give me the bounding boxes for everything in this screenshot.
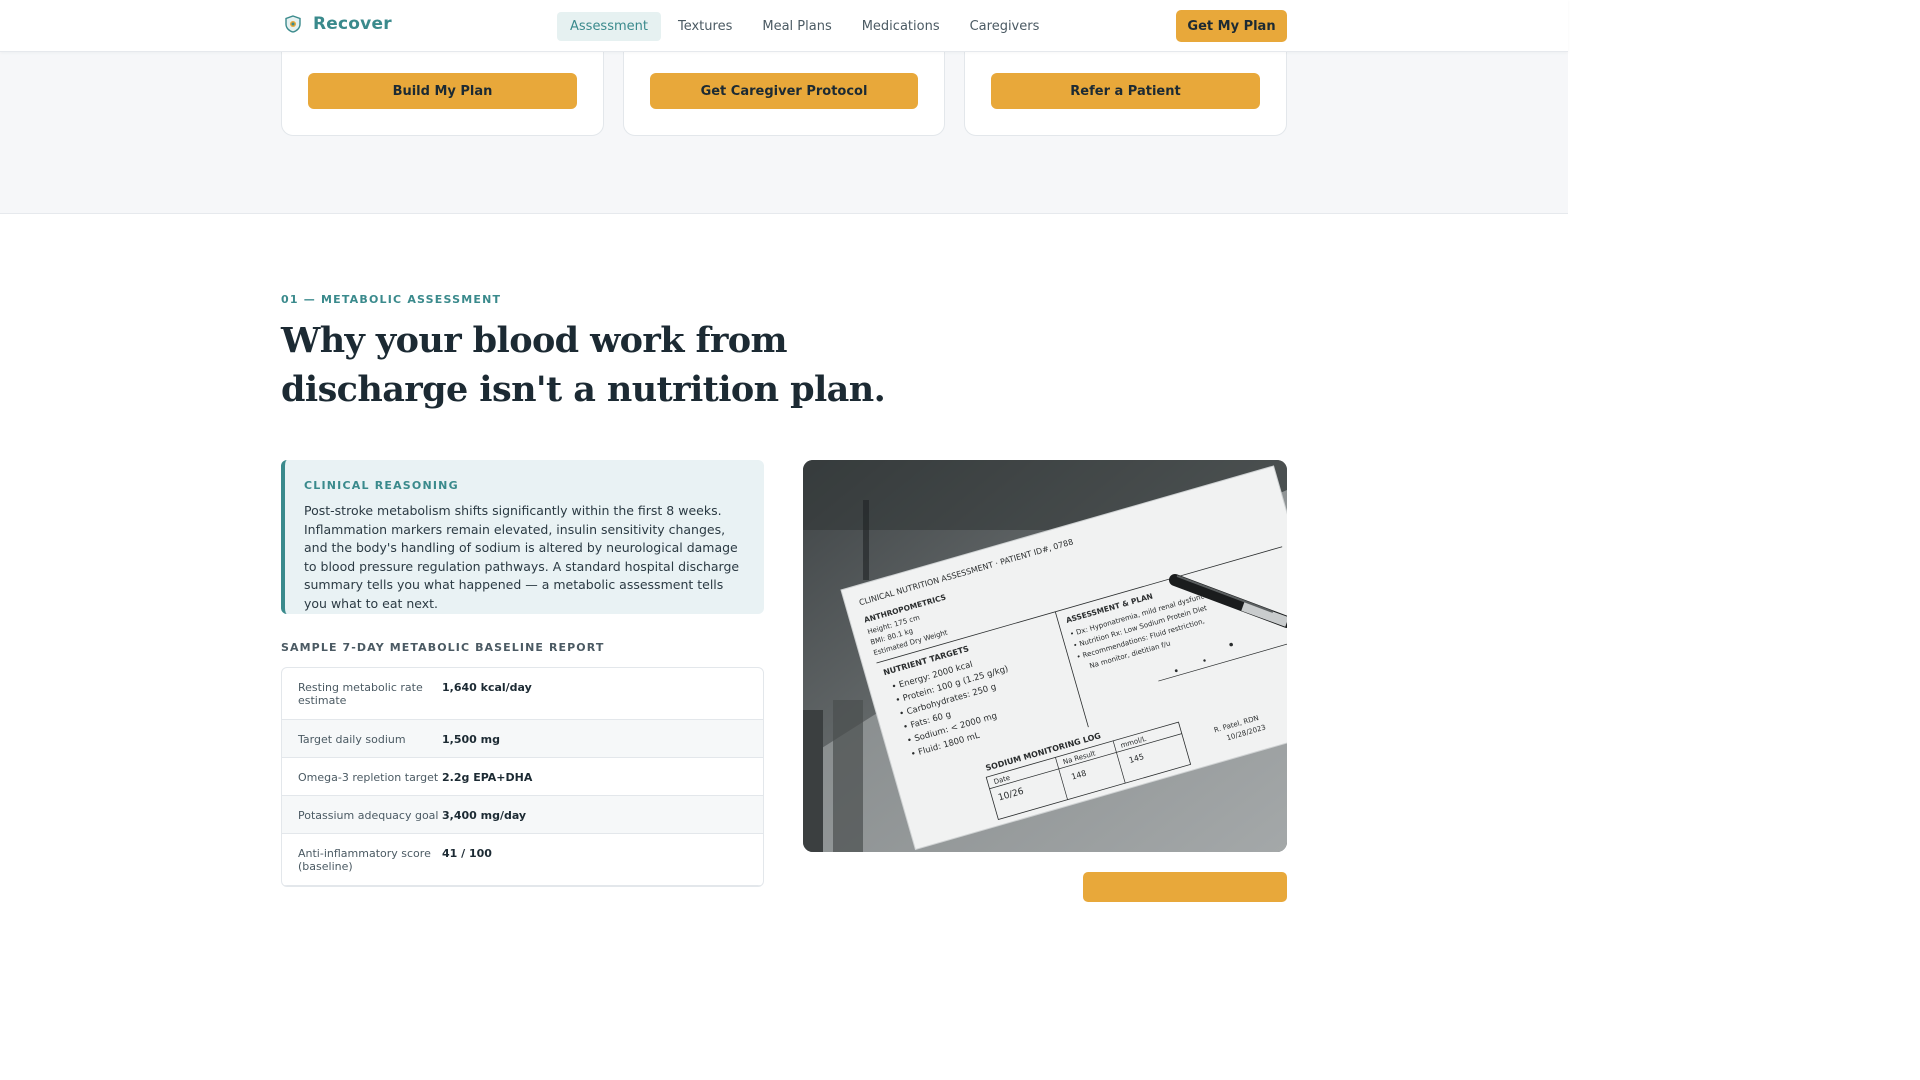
table-row: Omega-3 repletion target 2.2g EPA+DHA (282, 758, 763, 796)
table-row: Potassium adequacy goal 3,400 mg/day (282, 796, 763, 834)
nav-item-assessment[interactable]: Assessment (557, 12, 661, 41)
row-value: 2.2g EPA+DHA (442, 771, 533, 784)
build-my-plan-button[interactable]: Build My Plan (308, 73, 577, 109)
row-value: 1,640 kcal/day (442, 681, 532, 694)
row-value: 1,500 mg (442, 733, 500, 746)
callout-body: Post-stroke metabolism shifts significan… (304, 503, 740, 611)
clinical-reasoning-callout: CLINICAL REASONING Post-stroke metabolis… (281, 460, 764, 614)
nav-item-medications[interactable]: Medications (849, 12, 953, 41)
table-row: Resting metabolic rate estimate 1,640 kc… (282, 668, 763, 720)
row-key: Anti-inflammatory score (baseline) (298, 847, 431, 873)
photo-illustration: CLINICAL NUTRITION ASSESSMENT · PATIENT … (803, 460, 1287, 852)
row-key: Target daily sodium (298, 733, 406, 746)
row-value: 41 / 100 (442, 847, 492, 860)
report-label: SAMPLE 7-DAY METABOLIC BASELINE REPORT (281, 641, 605, 654)
table-row: Target daily sodium 1,500 mg (282, 720, 763, 758)
nav-item-meal-plans[interactable]: Meal Plans (749, 12, 844, 41)
main-nav: Assessment Textures Meal Plans Medicatio… (557, 12, 1056, 41)
refer-a-patient-button[interactable]: Refer a Patient (991, 73, 1260, 109)
table-row: Anti-inflammatory score (baseline) 41 / … (282, 834, 763, 886)
section-title: Why your blood work from discharge isn't… (281, 320, 886, 410)
site-header: Recover Assessment Textures Meal Plans M… (0, 0, 1568, 52)
callout-label: CLINICAL REASONING (304, 479, 459, 492)
brand-name: Recover (313, 14, 392, 34)
get-caregiver-protocol-button[interactable]: Get Caregiver Protocol (650, 73, 918, 109)
row-key: Resting metabolic rate estimate (298, 681, 423, 707)
baseline-report-table: Resting metabolic rate estimate 1,640 kc… (281, 667, 764, 887)
nav-item-textures[interactable]: Textures (665, 12, 745, 41)
row-key: Potassium adequacy goal (298, 809, 439, 822)
row-value: 3,400 mg/day (442, 809, 527, 822)
nav-item-caregivers[interactable]: Caregivers (957, 12, 1053, 41)
get-my-plan-button[interactable]: Get My Plan (1176, 10, 1287, 42)
clinical-form-photo: CLINICAL NUTRITION ASSESSMENT · PATIENT … (803, 460, 1287, 852)
section-eyebrow: 01 — METABOLIC ASSESSMENT (281, 293, 502, 306)
row-key: Omega-3 repletion target (298, 771, 439, 784)
shield-icon (285, 15, 301, 33)
section-cta-button[interactable] (1083, 872, 1287, 902)
brand-logo[interactable]: Recover (285, 14, 392, 34)
